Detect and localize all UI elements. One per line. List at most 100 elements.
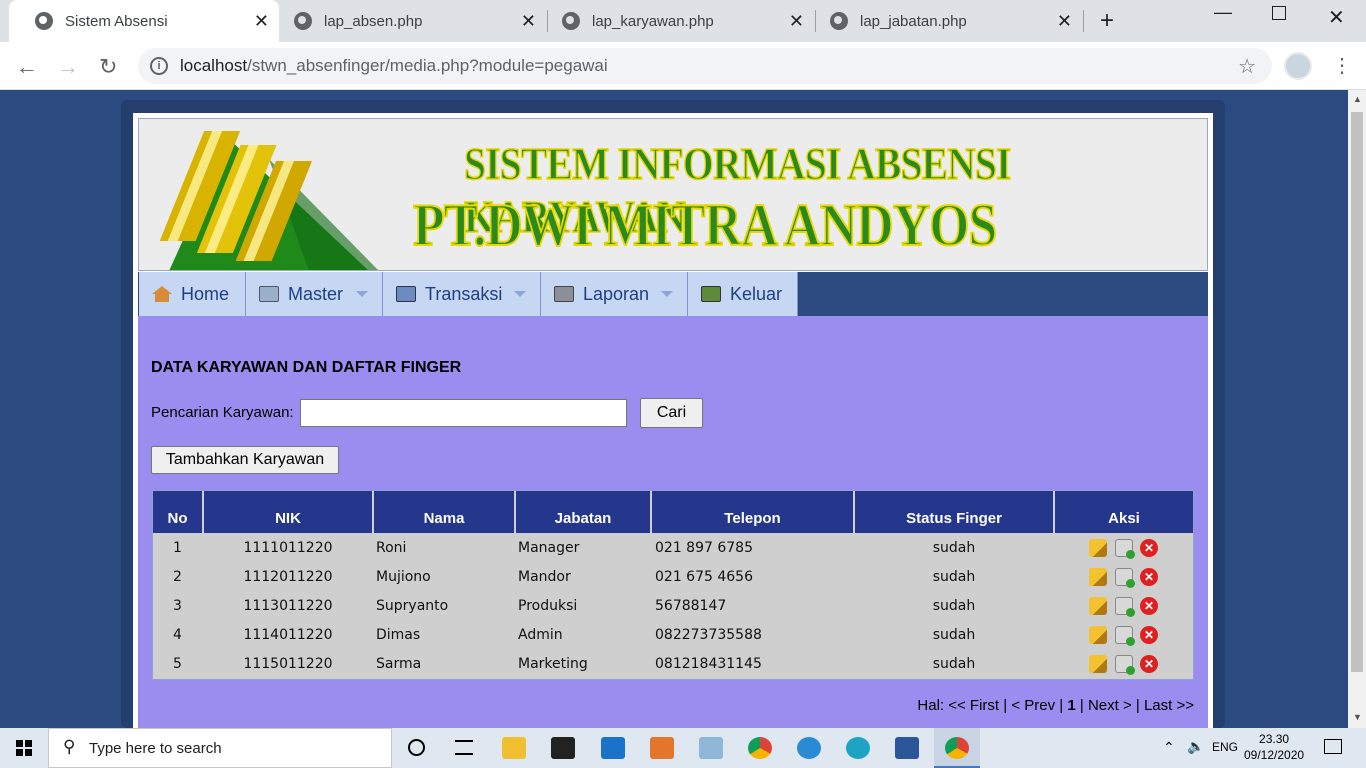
info-icon[interactable]: i [150, 57, 168, 75]
minimize-icon[interactable]: — [1214, 2, 1232, 23]
pagination-label: Hal: [917, 697, 945, 714]
profile-avatar[interactable] [1284, 52, 1312, 80]
vertical-scrollbar[interactable]: ▲ ▼ [1348, 90, 1366, 728]
menu-laporan[interactable]: Laporan [541, 272, 688, 316]
add-fingerprint-icon[interactable] [1115, 568, 1135, 588]
add-fingerprint-icon[interactable] [1115, 539, 1135, 559]
date: 09/12/2020 [1244, 748, 1305, 762]
mail-icon[interactable] [601, 737, 625, 759]
add-fingerprint-icon[interactable] [1115, 626, 1135, 646]
tab-title: Sistem Absensi [65, 12, 168, 30]
menu-master[interactable]: Master [246, 272, 383, 316]
url-field[interactable]: i localhost/stwn_absenfinger/media.php?m… [138, 48, 1272, 84]
exit-door-icon [701, 286, 721, 302]
cell-nik: 1111011220 [243, 540, 333, 556]
store-icon[interactable] [551, 737, 575, 759]
close-tab-icon[interactable]: ✕ [1057, 11, 1072, 32]
word-icon[interactable] [895, 737, 919, 759]
close-tab-icon[interactable]: ✕ [254, 11, 269, 32]
file-explorer-icon[interactable] [502, 737, 526, 759]
cell-status: sudah [932, 569, 976, 585]
time: 23.30 [1259, 732, 1290, 746]
chrome-icon[interactable] [748, 737, 772, 759]
tray-chevron-up-icon[interactable]: ⌃ [1163, 739, 1175, 756]
close-tab-icon[interactable]: ✕ [789, 11, 804, 32]
edit-pencil-icon[interactable] [1089, 539, 1107, 557]
close-tab-icon[interactable]: ✕ [521, 11, 536, 32]
first-page-link[interactable]: << First [948, 697, 999, 714]
delete-icon[interactable]: ✕ [1140, 626, 1158, 644]
search-button[interactable]: Cari [640, 398, 703, 428]
volume-icon[interactable]: 🔈 [1187, 738, 1204, 755]
search-label: Pencarian Karyawan: [151, 404, 294, 421]
more-menu-icon[interactable]: ⋮ [1332, 53, 1352, 78]
taskbar-search[interactable]: ⚲ Type here to search [48, 728, 392, 768]
menu-label: Laporan [583, 283, 650, 304]
sublime-icon[interactable] [650, 737, 674, 759]
add-fingerprint-icon[interactable] [1115, 597, 1135, 617]
scroll-down-icon[interactable]: ▼ [1353, 712, 1362, 722]
globe-icon [294, 12, 312, 30]
tab-sistem-absensi[interactable]: Sistem Absensi ✕ [9, 0, 279, 42]
tab-lap-karyawan[interactable]: lap_karyawan.php ✕ [536, 0, 816, 42]
globe-icon [35, 12, 53, 30]
clock[interactable]: 23.30 09/12/2020 [1244, 731, 1304, 763]
taskbar-search-placeholder: Type here to search [89, 740, 222, 757]
delete-icon[interactable]: ✕ [1140, 568, 1158, 586]
back-icon[interactable]: ← [16, 54, 38, 80]
menu-label: Home [181, 283, 230, 304]
add-fingerprint-icon[interactable] [1115, 655, 1135, 675]
app-icon[interactable] [699, 737, 723, 759]
edge-icon[interactable] [846, 737, 870, 759]
master-icon [259, 286, 279, 302]
new-tab-icon[interactable]: + [1100, 7, 1114, 35]
next-page-link[interactable]: Next > [1088, 697, 1132, 714]
restore-icon[interactable] [1272, 6, 1286, 20]
edit-pencil-icon[interactable] [1089, 597, 1107, 615]
tab-title: lap_jabatan.php [860, 12, 967, 30]
edit-pencil-icon[interactable] [1089, 626, 1107, 644]
internet-explorer-icon[interactable] [797, 737, 821, 759]
cell-no: 4 [173, 627, 182, 643]
chrome-active-icon[interactable] [945, 737, 969, 759]
tab-lap-absen[interactable]: lap_absen.php ✕ [268, 0, 548, 42]
last-page-link[interactable]: Last >> [1144, 697, 1194, 714]
delete-icon[interactable]: ✕ [1140, 597, 1158, 615]
page-title: DATA KARYAWAN DAN DAFTAR FINGER [151, 359, 462, 376]
delete-icon[interactable]: ✕ [1140, 655, 1158, 673]
cell-status: sudah [932, 540, 976, 556]
windows-start-icon[interactable] [16, 740, 32, 756]
window-close-icon[interactable]: ✕ [1328, 5, 1345, 30]
edit-pencil-icon[interactable] [1089, 568, 1107, 586]
language-indicator[interactable]: ENG [1212, 740, 1238, 754]
scroll-up-icon[interactable]: ▲ [1353, 94, 1362, 104]
add-employee-button[interactable]: Tambahkan Karyawan [151, 446, 339, 474]
menu-label: Keluar [730, 283, 783, 304]
task-view-icon[interactable] [455, 740, 473, 755]
scrollbar-thumb[interactable] [1351, 112, 1363, 672]
cortana-icon[interactable] [408, 739, 425, 756]
reload-icon[interactable]: ↻ [99, 54, 117, 80]
edit-pencil-icon[interactable] [1089, 655, 1107, 673]
cell-nik: 1113011220 [243, 598, 333, 614]
search-input[interactable] [300, 399, 627, 427]
star-icon[interactable]: ☆ [1238, 54, 1256, 79]
forward-icon[interactable]: → [57, 54, 79, 80]
menu-transaksi[interactable]: Transaksi [383, 272, 541, 316]
tab-divider [1083, 10, 1084, 32]
globe-icon [830, 12, 848, 30]
menu-keluar[interactable]: Keluar [688, 272, 798, 316]
tab-title: lap_karyawan.php [592, 12, 714, 30]
column-header: NIK [204, 491, 374, 533]
notification-icon[interactable] [1324, 739, 1342, 754]
cell-nama: Supryanto [376, 598, 449, 614]
cell-status: sudah [932, 627, 976, 643]
delete-icon[interactable]: ✕ [1140, 539, 1158, 557]
main-menu: Home Master Transaksi Laporan Keluar [138, 272, 1208, 316]
column-header: Status Finger [855, 491, 1055, 533]
tab-lap-jabatan[interactable]: lap_jabatan.php ✕ [804, 0, 1084, 42]
menu-home[interactable]: Home [139, 272, 246, 316]
column-header: No [153, 491, 204, 533]
prev-page-link[interactable]: < Prev [1011, 697, 1055, 714]
cell-status: sudah [932, 598, 976, 614]
